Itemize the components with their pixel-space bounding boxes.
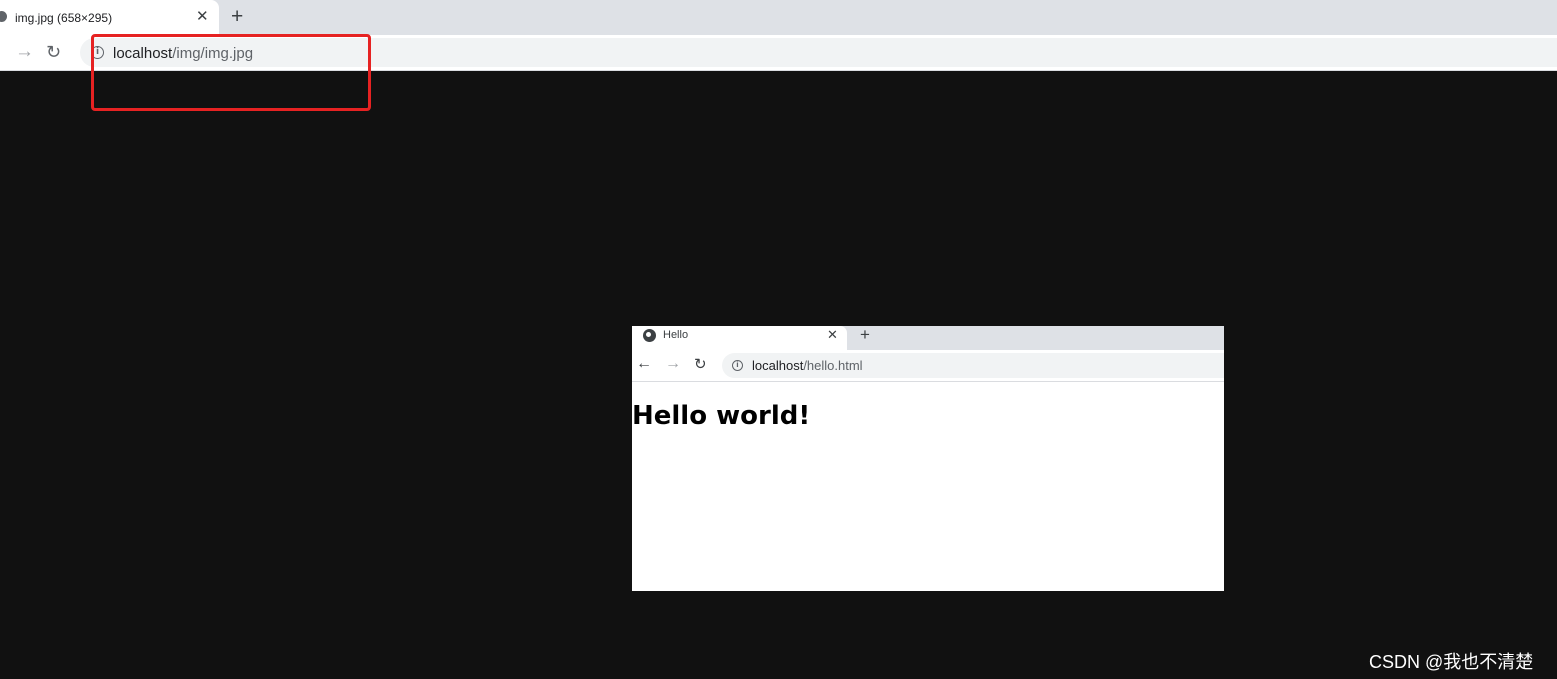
image-tab-strip: Hello ✕ + [632, 326, 1224, 350]
reload-icon[interactable]: ↻ [46, 41, 61, 63]
image-tab: Hello ✕ [632, 326, 847, 350]
plus-icon: + [860, 326, 870, 344]
image-url-text: localhost/hello.html [752, 358, 863, 373]
globe-icon [643, 329, 656, 342]
globe-icon [0, 11, 7, 22]
close-icon: ✕ [827, 327, 838, 342]
page-heading: Hello world! [632, 401, 811, 431]
watermark: CSDN @我也不清楚 [1369, 652, 1534, 672]
reload-icon: ↻ [694, 356, 707, 373]
active-tab[interactable]: img.jpg (658×295) ✕ [0, 0, 219, 35]
tab-title: img.jpg (658×295) [15, 11, 113, 25]
annotation-highlight-box [91, 34, 371, 111]
image-address-bar: i localhost/hello.html [722, 353, 1224, 378]
forward-arrow-icon: → [665, 355, 681, 372]
forward-arrow-icon[interactable]: → [15, 41, 34, 63]
image-url-host: localhost [752, 358, 804, 373]
tab-strip: img.jpg (658×295) ✕ + [0, 0, 1557, 35]
back-arrow-icon: ← [636, 355, 652, 372]
info-icon: i [732, 360, 743, 371]
image-toolbar: ← → ↻ i localhost/hello.html [632, 350, 1224, 382]
displayed-image: Hello ✕ + ← → ↻ i localhost/hello.html H… [632, 326, 1224, 591]
new-tab-button[interactable]: + [231, 6, 243, 28]
close-icon[interactable]: ✕ [196, 8, 209, 26]
image-url-path: /hello.html [803, 358, 863, 373]
image-tab-title: Hello [663, 329, 689, 341]
